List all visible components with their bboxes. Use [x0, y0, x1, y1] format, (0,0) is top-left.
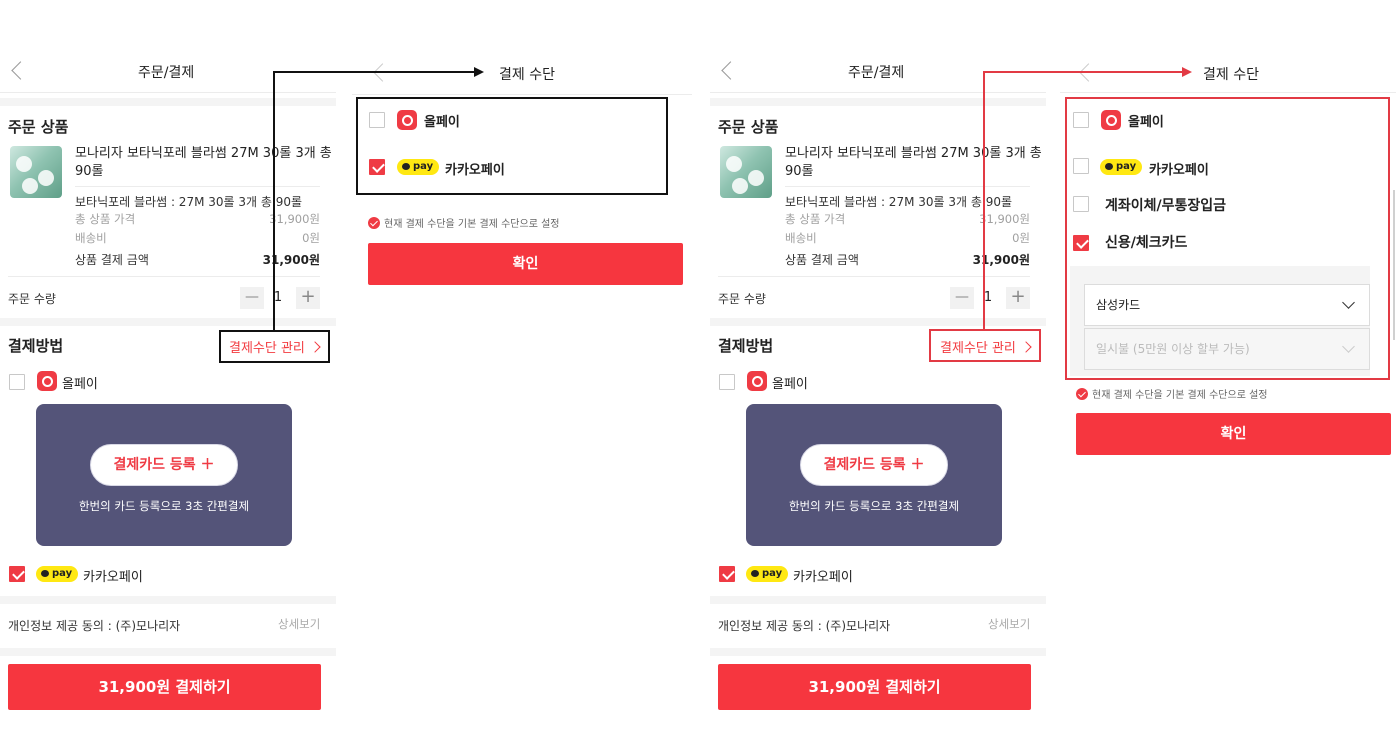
- card-register-panel: 결제카드 등록 ＋ 한번의 카드 등록으로 3초 간편결제: [36, 404, 292, 546]
- product-thumbnail: [720, 146, 772, 198]
- kakaopay-label: 카카오페이: [83, 570, 143, 585]
- method-screen-b: 결제 수단 올페이 pay 카카오페이 계좌이체/무통장입금 신용/체크카드 삼…: [1060, 0, 1396, 741]
- consent-label: 개인정보 제공 동의 : (주)모나리자: [8, 619, 181, 633]
- method-screen-a: 결제 수단 올페이 pay 카카오페이 현재 결제 수단을 기본 결제 수단으로…: [352, 0, 692, 741]
- back-icon[interactable]: [373, 63, 392, 82]
- shipping-label: 배송비: [75, 231, 107, 245]
- total-price-value: 31,900원: [269, 212, 320, 226]
- quantity-label: 주문 수량: [8, 292, 56, 306]
- flow-arrow-black: [273, 71, 474, 73]
- section-band: [0, 98, 336, 106]
- default-method-note[interactable]: 현재 결제 수단을 기본 결제 수단으로 설정: [368, 215, 559, 230]
- back-icon[interactable]: [11, 61, 30, 80]
- quantity-value: 1: [983, 290, 993, 305]
- highlight-box-methods: [356, 97, 668, 195]
- kakaopay-icon: pay: [746, 566, 789, 582]
- payment-method-title: 결제방법: [8, 337, 64, 355]
- quantity-label: 주문 수량: [718, 292, 766, 306]
- kakaopay-label: 카카오페이: [793, 570, 853, 585]
- consent-detail-link[interactable]: 상세보기: [278, 616, 320, 632]
- quantity-minus-button[interactable]: —: [240, 287, 264, 309]
- flow-arrow-black: [273, 71, 275, 331]
- total-price-label: 총 상품 가격: [75, 212, 136, 226]
- consent-label: 개인정보 제공 동의 : (주)모나리자: [718, 619, 891, 633]
- page-title: 주문/결제: [138, 65, 195, 81]
- highlight-box-manage: [219, 330, 330, 363]
- quantity-minus-button[interactable]: —: [950, 287, 974, 309]
- olpay-label: 올페이: [772, 377, 808, 392]
- section-band: [710, 596, 1046, 604]
- section-band: [0, 648, 336, 656]
- olpay-label: 올페이: [62, 377, 98, 392]
- kakaopay-icon: pay: [36, 566, 79, 582]
- product-divider: [75, 186, 320, 187]
- section-band: [0, 318, 336, 326]
- default-method-note[interactable]: 현재 결제 수단을 기본 결제 수단으로 설정: [1076, 386, 1267, 401]
- shipping-value: 0원: [302, 231, 320, 245]
- product-name[interactable]: 모나리자 보타닉포레 블라썸 27M 30롤 3개 총 90롤: [75, 145, 335, 181]
- olpay-icon: [747, 371, 767, 391]
- total-price-value: 31,900원: [979, 212, 1030, 226]
- check-circle-icon: [368, 217, 380, 229]
- card-register-button[interactable]: 결제카드 등록 ＋: [90, 444, 238, 486]
- section-band: [0, 596, 336, 604]
- back-icon[interactable]: [721, 61, 740, 80]
- quantity-value: 1: [273, 290, 283, 305]
- flow-arrow-red: [983, 71, 1182, 73]
- shipping-value: 0원: [1012, 231, 1030, 245]
- consent-detail-link[interactable]: 상세보기: [988, 616, 1030, 632]
- arrow-head-icon: [1182, 67, 1192, 77]
- olpay-checkbox[interactable]: [719, 374, 735, 390]
- flow-arrow-red: [983, 71, 985, 331]
- kakaopay-checkbox[interactable]: [9, 566, 25, 582]
- total-price-label: 총 상품 가격: [785, 212, 846, 226]
- product-option: 보타닉포레 블라썸 : 27M 30롤 3개 총 90롤: [75, 195, 303, 209]
- arrow-head-icon: [474, 67, 484, 77]
- shipping-label: 배송비: [785, 231, 817, 245]
- kakaopay-checkbox[interactable]: [719, 566, 735, 582]
- product-section-title: 주문 상품: [8, 118, 69, 136]
- quantity-plus-button[interactable]: +: [296, 287, 320, 309]
- page-title: 결제 수단: [1203, 67, 1259, 83]
- page-title: 결제 수단: [499, 67, 555, 83]
- page-title: 주문/결제: [848, 65, 905, 81]
- check-circle-icon: [1076, 388, 1088, 400]
- product-name[interactable]: 모나리자 보타닉포레 블라썸 27M 30롤 3개 총 90롤: [785, 145, 1045, 181]
- header-divider: [0, 92, 336, 93]
- pay-button[interactable]: 31,900원 결제하기: [718, 664, 1031, 710]
- card-register-caption: 한번의 카드 등록으로 3초 간편결제: [78, 499, 250, 513]
- scrollbar[interactable]: [1393, 190, 1395, 340]
- header-divider: [352, 94, 692, 95]
- order-screen-right: 주문/결제 주문 상품 모나리자 보타닉포레 블라썸 27M 30롤 3개 총 …: [710, 0, 1046, 741]
- highlight-box-methods: [1065, 97, 1390, 380]
- back-icon[interactable]: [1079, 63, 1098, 82]
- confirm-button[interactable]: 확인: [1076, 413, 1391, 455]
- highlight-box-manage: [929, 329, 1041, 362]
- section-band: [710, 648, 1046, 656]
- product-option: 보타닉포레 블라썸 : 27M 30롤 3개 총 90롤: [785, 195, 1013, 209]
- card-register-button[interactable]: 결제카드 등록 ＋: [800, 444, 948, 486]
- section-band: [710, 98, 1046, 106]
- olpay-checkbox[interactable]: [9, 374, 25, 390]
- section-band: [710, 318, 1046, 326]
- confirm-button[interactable]: 확인: [368, 243, 683, 285]
- product-divider: [785, 186, 1030, 187]
- payment-method-title: 결제방법: [718, 337, 774, 355]
- order-screen-left: 주문/결제 주문 상품 모나리자 보타닉포레 블라썸 27M 30롤 3개 총 …: [0, 0, 336, 741]
- olpay-icon: [37, 371, 57, 391]
- product-section-title: 주문 상품: [718, 118, 779, 136]
- pay-button[interactable]: 31,900원 결제하기: [8, 664, 321, 710]
- payment-amount-value: 31,900원: [972, 253, 1030, 267]
- card-register-caption: 한번의 카드 등록으로 3초 간편결제: [788, 499, 960, 513]
- payment-amount-label: 상품 결제 금액: [75, 253, 149, 267]
- header-divider: [1060, 92, 1396, 93]
- payment-amount-value: 31,900원: [262, 253, 320, 267]
- payment-amount-label: 상품 결제 금액: [785, 253, 859, 267]
- card-register-panel: 결제카드 등록 ＋ 한번의 카드 등록으로 3초 간편결제: [746, 404, 1002, 546]
- quantity-plus-button[interactable]: +: [1006, 287, 1030, 309]
- header-divider: [710, 92, 1046, 93]
- product-thumbnail: [10, 146, 62, 198]
